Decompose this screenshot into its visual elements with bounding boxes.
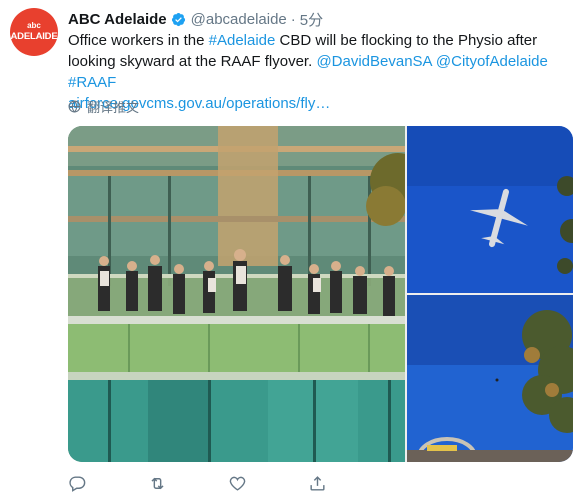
- globe-icon: [68, 100, 81, 113]
- avatar[interactable]: abc ADELAIDE: [10, 8, 58, 56]
- tweet-actions-bar: [68, 471, 528, 495]
- timestamp[interactable]: 5分: [300, 9, 323, 30]
- office-workers-balcony-photo[interactable]: [68, 126, 426, 462]
- retweet-icon: [151, 477, 164, 489]
- tweet-text: Office workers in the #Adelaide CBD will…: [68, 30, 573, 114]
- handle[interactable]: @abcadelaide: [191, 11, 287, 28]
- heart-icon: [229, 476, 246, 491]
- mention-davidbevansa[interactable]: @DavidBevanSA: [316, 53, 431, 70]
- like-button[interactable]: [228, 471, 308, 495]
- reply-icon: [69, 475, 86, 492]
- plane-overhead-photo[interactable]: [407, 126, 573, 293]
- abc-logo-mark: abc: [27, 21, 41, 30]
- trees-sky-photo[interactable]: [407, 295, 573, 462]
- share-icon: [310, 475, 325, 491]
- tweet-header: ABC Adelaide @abcadelaide · 5分: [68, 9, 323, 29]
- separator-dot: ·: [290, 10, 296, 28]
- verified-badge-icon: [171, 12, 186, 27]
- reply-button[interactable]: [68, 471, 148, 495]
- avatar-label: ADELAIDE: [10, 31, 58, 42]
- hashtag-raaf[interactable]: #RAAF: [68, 74, 116, 91]
- display-name[interactable]: ABC Adelaide: [68, 11, 167, 28]
- tweet-text-part: Office workers in the: [68, 32, 209, 49]
- translate-tweet-button[interactable]: 翻译推文: [68, 97, 139, 116]
- mention-cityofadelaide[interactable]: @CityofAdelaide: [436, 53, 548, 70]
- hashtag-adelaide[interactable]: #Adelaide: [209, 32, 276, 49]
- retweet-button[interactable]: [148, 471, 228, 495]
- translate-label: 翻译推文: [87, 100, 140, 115]
- tweet-media-grid: [68, 126, 573, 462]
- share-button[interactable]: [308, 471, 388, 495]
